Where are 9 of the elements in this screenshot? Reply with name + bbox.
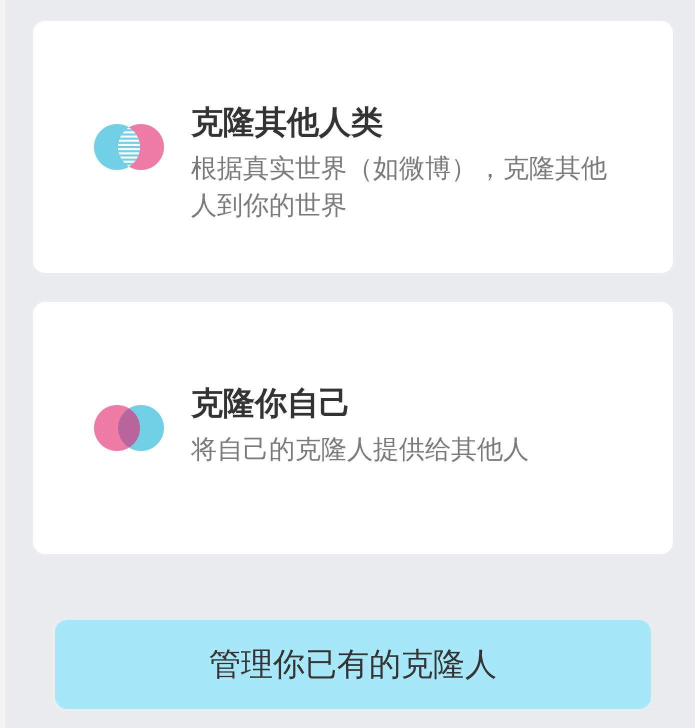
card-description: 根据真实世界（如微博），克隆其他人到你的世界 bbox=[191, 153, 608, 223]
striped-overlapping-circles-icon bbox=[94, 124, 164, 170]
option-card[interactable]: 克隆你自己 将自己的克隆人提供给其他人 bbox=[33, 302, 673, 554]
card-description: 将自己的克隆人提供给其他人 bbox=[191, 434, 530, 467]
card-title: 克隆你自己 bbox=[191, 383, 351, 423]
option-card[interactable]: 克隆其他人类 根据真实世界（如微博），克隆其他人到你的世界 bbox=[33, 21, 673, 273]
manage-clones-button[interactable]: 管理你已有的克隆人 bbox=[55, 620, 651, 709]
card-title: 克隆其他人类 bbox=[191, 102, 383, 142]
overlapping-circles-icon bbox=[94, 405, 164, 451]
